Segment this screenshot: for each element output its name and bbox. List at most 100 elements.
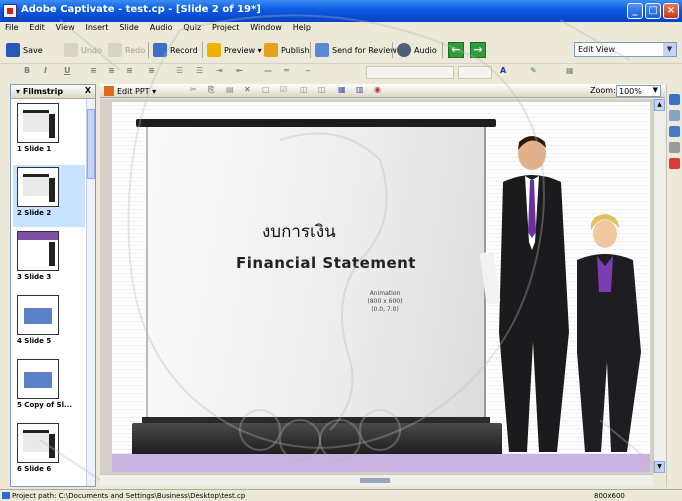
slide-thumbnail-label: 2 Slide 2 xyxy=(17,209,52,217)
window-title: Adobe Captivate - test.cp - [Slide 2 of … xyxy=(21,4,261,15)
chevron-down-icon: ▾ xyxy=(149,86,157,96)
filmstrip-slide[interactable]: 6 Slide 6 xyxy=(13,421,85,483)
redo-button[interactable]: Redo xyxy=(108,41,145,59)
menu-audio[interactable]: Audio xyxy=(145,22,176,32)
highlight-color-icon[interactable]: ✎ xyxy=(530,66,537,75)
window-titlebar[interactable]: Adobe Captivate - test.cp - [Slide 2 of … xyxy=(0,0,682,22)
slide-canvas[interactable]: งบการเงิน Financial Statement Animation … xyxy=(112,102,650,472)
bold-button[interactable]: B xyxy=(24,66,30,75)
align-right-icon[interactable]: ≡ xyxy=(126,66,133,75)
transparency-icon[interactable]: ▦ xyxy=(566,66,574,75)
bullet-list-icon[interactable]: ☰ xyxy=(176,66,183,75)
close-icon: × xyxy=(666,5,676,16)
scroll-down-icon[interactable]: ▼ xyxy=(654,461,665,473)
menu-edit[interactable]: Edit xyxy=(24,22,48,32)
stage-horizontal-scrollbar[interactable] xyxy=(100,474,653,486)
projector-stand xyxy=(132,423,502,457)
indent-icon[interactable]: ⇥ xyxy=(216,66,223,75)
edit-ppt-button[interactable]: Edit PPT ▾ xyxy=(104,86,156,96)
slide-thai-title[interactable]: งบการเงิน xyxy=(262,218,336,245)
filmstrip-slide[interactable]: 1 Slide 1 xyxy=(13,101,85,163)
thumb-screen xyxy=(23,110,49,132)
align-objects-icon[interactable]: ▦ xyxy=(338,85,346,94)
slide-thumbnail-image xyxy=(17,423,59,463)
font-size-select[interactable] xyxy=(458,66,492,79)
menu-view[interactable]: View xyxy=(51,22,78,32)
filmstrip-slide[interactable]: 2 Slide 2 xyxy=(13,165,85,227)
filmstrip-close-button[interactable]: X xyxy=(85,86,91,95)
projector-screen xyxy=(146,127,486,417)
paste-icon[interactable]: ▤ xyxy=(226,85,234,94)
filmstrip-slide[interactable]: 4 Slide 5 xyxy=(13,293,85,355)
send-for-review-button[interactable]: Send for Review xyxy=(315,41,397,59)
highlight-tool-icon[interactable] xyxy=(669,126,680,137)
mouse-tool-icon[interactable] xyxy=(669,142,680,153)
business-people-illustration[interactable] xyxy=(477,132,647,462)
timeline-icon[interactable]: ▥ xyxy=(356,85,364,94)
zoom-label: Zoom: xyxy=(590,86,616,95)
group-icon[interactable]: ◫ xyxy=(300,85,308,94)
copy-icon[interactable]: ⎘ xyxy=(208,85,214,95)
thumb-box xyxy=(24,372,52,388)
undo-button[interactable]: Undo xyxy=(64,41,102,59)
scrollbar-thumb[interactable] xyxy=(87,109,95,179)
publish-button[interactable]: Publish xyxy=(264,41,310,59)
font-family-select[interactable] xyxy=(366,66,454,79)
italic-button[interactable]: I xyxy=(44,66,47,75)
audio-button[interactable]: Audio xyxy=(397,41,437,59)
menu-file[interactable]: File xyxy=(0,22,21,32)
slide-thumbnail-image xyxy=(17,103,59,143)
delete-icon[interactable]: ✕ xyxy=(244,85,251,94)
outdent-icon[interactable]: ⇤ xyxy=(236,66,243,75)
cut-icon[interactable]: ✂ xyxy=(190,85,197,94)
scrollbar-grip[interactable] xyxy=(360,478,390,483)
checkbox-icon[interactable]: ☑ xyxy=(280,85,287,94)
duplicate-icon[interactable]: ▢ xyxy=(262,85,270,94)
preview-button[interactable]: Preview ▾ xyxy=(207,41,262,59)
filmstrip-scrollbar[interactable] xyxy=(86,99,95,486)
numbered-list-icon[interactable]: ☰ xyxy=(196,66,203,75)
delete-tool-icon[interactable] xyxy=(669,158,680,169)
previous-slide-button[interactable]: ← xyxy=(448,41,464,59)
align-left-icon[interactable]: ≡ xyxy=(90,66,97,75)
close-button[interactable]: × xyxy=(663,3,679,19)
animation-placeholder[interactable]: Animation (800 x 600) (0.0, 7.0) xyxy=(360,290,410,314)
line-style-icon[interactable]: — xyxy=(264,66,272,75)
zoom-select[interactable]: 100% ▼ xyxy=(616,85,661,97)
align-center-icon[interactable]: ≡ xyxy=(108,66,115,75)
thumb-figure xyxy=(49,114,55,138)
font-color-icon[interactable]: A xyxy=(500,66,506,75)
menu-help[interactable]: Help xyxy=(288,22,314,32)
line-end-icon[interactable]: ⎯ xyxy=(306,66,310,76)
menu-project[interactable]: Project xyxy=(207,22,242,32)
menu-slide[interactable]: Slide xyxy=(114,22,142,32)
justify-icon[interactable]: ≡ xyxy=(148,66,155,75)
stage-header: Edit PPT ▾ ✂ ⎘ ▤ ✕ ▢ ☑ ◫ ◫ ▦ ▥ ◉ Zoom: 1… xyxy=(100,84,665,98)
maximize-button[interactable]: □ xyxy=(645,3,661,19)
ungroup-icon[interactable]: ◫ xyxy=(318,85,326,94)
view-select[interactable]: Edit View ▼ xyxy=(574,42,677,57)
minimize-button[interactable]: _ xyxy=(627,3,643,19)
stage-vertical-scrollbar[interactable]: ▲ ▼ xyxy=(653,99,665,474)
chevron-down-icon: ▾ xyxy=(255,45,262,55)
filmstrip-slide[interactable]: 3 Slide 3 xyxy=(13,229,85,291)
slide-thumbnail-image xyxy=(17,359,59,399)
menu-insert[interactable]: Insert xyxy=(81,22,112,32)
caption-tool-icon[interactable] xyxy=(669,110,680,121)
minimize-icon: _ xyxy=(632,5,638,16)
next-slide-button[interactable]: → xyxy=(470,41,486,59)
underline-button[interactable]: U xyxy=(64,66,71,75)
line-width-icon[interactable]: ═ xyxy=(284,66,289,75)
properties-icon[interactable]: ◉ xyxy=(374,85,381,94)
powerpoint-icon xyxy=(104,86,114,96)
filmstrip-slide[interactable]: 5 Copy of Sl... xyxy=(13,357,85,419)
stage-canvas[interactable]: งบการเงิน Financial Statement Animation … xyxy=(100,99,653,474)
scroll-up-icon[interactable]: ▲ xyxy=(654,99,665,111)
save-button[interactable]: Save xyxy=(6,41,43,59)
chevron-down-icon[interactable]: ▾ xyxy=(16,87,20,96)
menu-window[interactable]: Window xyxy=(245,22,285,32)
record-button[interactable]: Record xyxy=(153,41,198,59)
select-tool-icon[interactable] xyxy=(669,94,680,105)
menu-quiz[interactable]: Quiz xyxy=(178,22,204,32)
slide-title[interactable]: Financial Statement xyxy=(236,254,416,272)
